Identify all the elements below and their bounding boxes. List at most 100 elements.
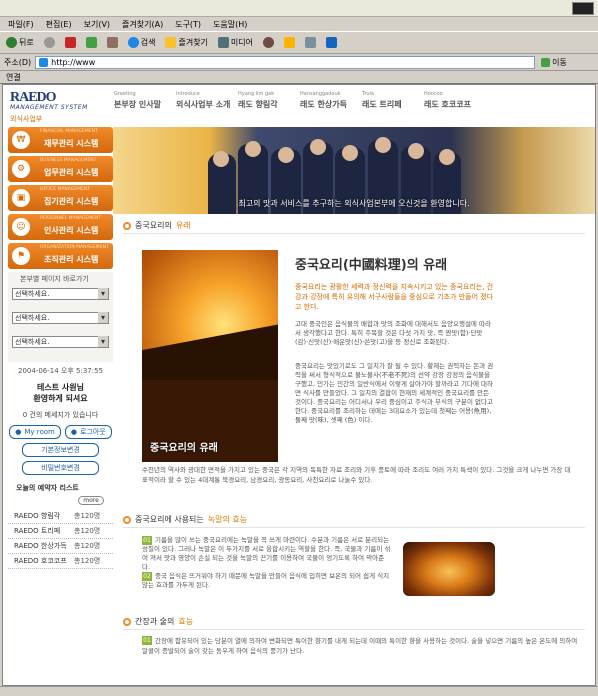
menu-edit[interactable]: 편집(E) [44, 19, 74, 30]
user-actions: ● My room ● 로그아웃 [8, 425, 113, 439]
banner-caption: 최고의 맛과 서비스를 추구하는 외식사업본부에 오신것을 환영합니다. [238, 199, 470, 208]
home-button[interactable] [105, 36, 120, 49]
section-heading-starch: 중국요리에 사용되는 녹말의 효능 [123, 512, 585, 528]
staff-face [375, 137, 391, 153]
coin-icon: ₩ [12, 131, 30, 149]
reservation-heading: 오늘의 예약자 리스트 [16, 484, 79, 492]
box-icon: ▣ [12, 189, 30, 207]
main-content: 중국요리의 유래 중국요리의 유래 중국요리(中國料理)의 유래 중국요리는 광… [113, 216, 595, 683]
section-heading-soy-sauce: 간장과 술의 효능 [123, 614, 585, 630]
menu-file[interactable]: 파일(F) [6, 19, 36, 30]
starch-effect-1: 01 기름을 많이 쓰는 중국요리에는 녹말을 꼭 쓰게 마련이다. 수분과 기름… [142, 536, 391, 571]
forward-button[interactable] [42, 36, 57, 49]
print-button[interactable] [303, 36, 318, 49]
hotpot-food-image [403, 542, 495, 596]
list-item[interactable]: RAEDO 향림각 총120명 [8, 509, 113, 524]
myroom-button[interactable]: ● My room [9, 425, 61, 439]
bullet-icon: ● [15, 428, 22, 436]
staff-face [310, 139, 326, 155]
nav-hoocoo[interactable]: Hoocoo 래도 호코코프 [424, 88, 486, 126]
number-badge: 01 [142, 636, 152, 645]
circle-bullet-icon [123, 515, 131, 524]
article-paragraph-3: 수천년의 역사와 광대한 면적을 가지고 있는 중국은 각 지역의 독특한 자료… [142, 466, 571, 484]
org-chart-icon: ⚑ [12, 247, 30, 265]
division-select-2[interactable]: 선택하세요. [12, 312, 109, 324]
page: RAEDO MANAGEMENT SYSTEM 외식사업부 Greeting 본부… [8, 88, 595, 683]
menu-bar: 파일(F) 편집(E) 보기(V) 즐겨찾기(A) 도구(T) 도움말(H) [0, 17, 598, 32]
address-label: 주소(D) [4, 57, 32, 67]
basic-info-button[interactable]: 기본정보변경 [22, 443, 99, 457]
message-count[interactable]: 0 건의 메세지가 있습니다 [8, 410, 113, 420]
staff-face [439, 149, 455, 165]
main-nav: Greeting 본부장 인사말 Introduce 외식사업부 소개 Hyang … [114, 88, 486, 126]
refresh-icon [85, 37, 97, 48]
user-box: 2004-06-14 오후 5:37:55 테스트 사원님 환영하게 되셔요 0 … [8, 366, 113, 475]
chinese-palace-image: 중국요리의 유래 [142, 250, 278, 462]
article-paragraph-1: 고대 중국인은 음식물의 배합과 맛의 조화에 대해서도 음양오행설에 따라서 … [295, 320, 491, 346]
sidebar-item-business[interactable]: ⚙ BUSINESS MANAGEMENT 업무관리 시스템 [8, 156, 113, 182]
status-bar [0, 686, 598, 696]
mail-button[interactable] [282, 36, 297, 49]
number-badge: 01 [142, 536, 152, 545]
go-arrow-icon [541, 57, 551, 67]
go-button[interactable]: 이동 [541, 57, 567, 68]
list-item[interactable]: RAEDO 트리페 총120명 [8, 524, 113, 539]
user-greeting: 테스트 사원님 환영하게 되셔요 [33, 383, 88, 403]
favorites-button[interactable]: 즐겨찾기 [163, 36, 209, 49]
article-paragraph-2: 중국요리는 맛있기로도 그 일치가 잘 될 수 있다. 황제는 권력자는 돈과 … [295, 362, 494, 424]
division-select-3[interactable]: 선택하세요. [12, 336, 109, 348]
nav-introduce[interactable]: Introduce 외식사업부 소개 [176, 88, 238, 126]
stop-button[interactable] [63, 36, 78, 49]
section-heading-origin: 중국요리의 유래 [123, 218, 585, 234]
reservation-list: RAEDO 향림각 총120명 RAEDO 트리페 총120명 RAEDO 한상가득… [8, 509, 113, 569]
refresh-button[interactable] [84, 36, 99, 49]
nav-hyanglimgak[interactable]: Hyang lim gak 래도 향림각 [238, 88, 300, 126]
division-select-1[interactable]: 선택하세요. [12, 288, 109, 300]
address-input[interactable]: http://www [35, 55, 536, 69]
menu-view[interactable]: 보기(V) [82, 19, 112, 30]
site-logo[interactable]: RAEDO MANAGEMENT SYSTEM 외식사업부 [8, 88, 111, 126]
soy-sauce-effect-1: 01 간장에 함유되어 있는 당분이 열에 의하여 변화되면 특이한 향기를 내게… [142, 636, 578, 655]
history-button[interactable] [261, 36, 276, 49]
menu-help[interactable]: 도움말(H) [211, 19, 249, 30]
circle-bullet-icon [123, 221, 131, 230]
article-intro: 중국요리는 광활한 세력과 정신력을 지속시키고 있는 중국요리는, 건강과 강… [295, 283, 494, 311]
logout-button[interactable]: ● 로그아웃 [64, 425, 112, 439]
staff-face [342, 145, 358, 161]
list-item[interactable]: RAEDO 호코코프 총120명 [8, 554, 113, 569]
article-title: 중국요리(中國料理)의 유래 [295, 258, 448, 273]
person-icon: ☺ [12, 218, 30, 236]
sidebar-item-personnel[interactable]: ☺ PERSONNEL MANAGEMENT 인사관리 시스템 [8, 214, 113, 240]
search-button[interactable]: 검색 [126, 36, 158, 49]
starch-effect-2: 02 중국 음식은 뜨거워야 하기 때문에 녹말을 만들어 음식에 입히면 보온의… [142, 572, 390, 589]
menu-tools[interactable]: 도구(T) [173, 19, 203, 30]
starch-section: 01 기름을 많이 쓰는 중국요리에는 녹말을 꼭 쓰게 마련이다. 수분과 기름… [123, 528, 585, 608]
password-change-button[interactable]: 비밀번호변경 [22, 461, 99, 475]
search-icon [127, 37, 139, 48]
sidebar-item-office[interactable]: ▣ OFFICE MANAGEMENT 집기관리 시스템 [8, 185, 113, 211]
more-button[interactable]: more [78, 496, 104, 505]
window-titlebar [0, 0, 598, 17]
nav-greeting[interactable]: Greeting 본부장 인사말 [114, 88, 176, 126]
gear-icon: ⚙ [12, 160, 30, 178]
sidebar-item-finance[interactable]: ₩ FINANCIAL MANAGEMENT 재무관리 시스템 [8, 127, 113, 153]
edit-button[interactable] [324, 36, 339, 49]
nav-trula[interactable]: Trula 래도 트리페 [362, 88, 424, 126]
nav-hansanggadeuk[interactable]: Hansanggadeuk 래도 한상가득 [300, 88, 362, 126]
staff-face [278, 147, 294, 163]
windows-logo-icon [572, 2, 594, 15]
edit-icon [326, 37, 338, 48]
sidebar-item-organization[interactable]: ⚑ ORGANIZATION MANAGEMENT 조직관리 시스템 [8, 243, 113, 269]
links-bar[interactable]: 연결 [0, 71, 598, 84]
history-icon [263, 37, 275, 48]
back-button[interactable]: 뒤로 [4, 36, 36, 49]
media-icon [217, 37, 229, 48]
menu-favorites[interactable]: 즐겨찾기(A) [120, 19, 165, 30]
media-button[interactable]: 미디어 [216, 36, 255, 49]
address-bar: 주소(D) http://www 이동 [0, 54, 598, 71]
list-item[interactable]: RAEDO 한상가득 총120명 [8, 539, 113, 554]
bullet-icon: ● [70, 428, 77, 436]
origin-section: 중국요리의 유래 중국요리(中國料理)의 유래 중국요리는 광활한 세력과 정신… [123, 234, 585, 504]
page-viewport: RAEDO MANAGEMENT SYSTEM 외식사업부 Greeting 본부… [2, 84, 596, 686]
quick-links-heading: 본부별 페이지 바로가기 [20, 275, 89, 283]
